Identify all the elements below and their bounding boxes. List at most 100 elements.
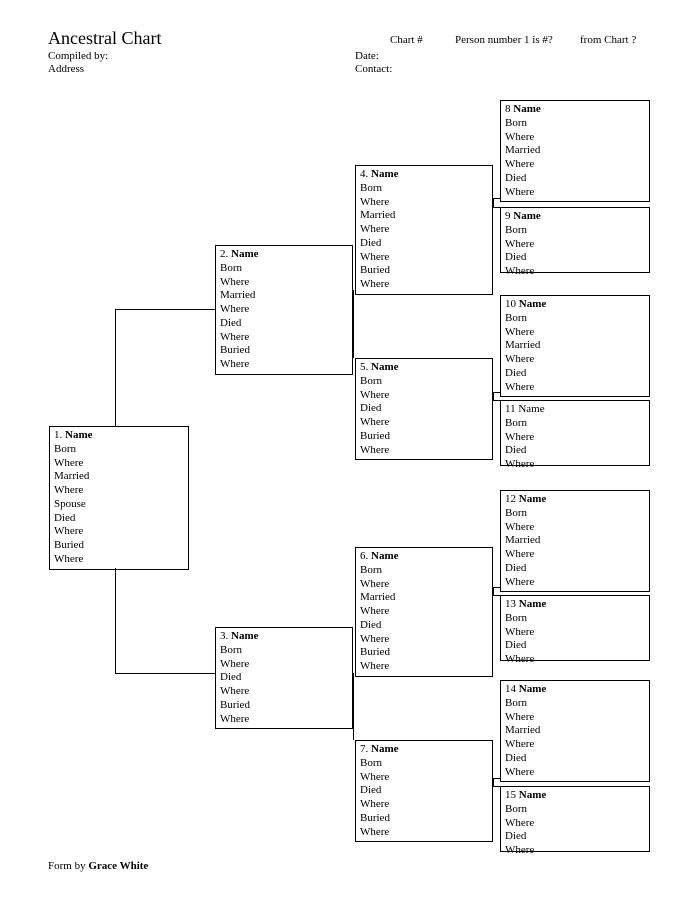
box-number: 7. [360, 743, 368, 755]
field: Where [54, 457, 83, 469]
from-chart-text: from Chart ? [580, 34, 636, 46]
field: Died [220, 317, 241, 329]
field: Where [54, 525, 83, 537]
field: Where [54, 553, 83, 565]
field: Married [220, 289, 255, 301]
field: Born [505, 507, 527, 519]
person-box-5: 5. Name Born Where Died Where Buried Whe… [355, 358, 493, 460]
field: Died [505, 444, 526, 456]
connector [493, 392, 494, 400]
field: Where [360, 798, 389, 810]
field: Where [360, 416, 389, 428]
box-name: Name [519, 683, 547, 695]
connector [493, 778, 500, 779]
box-number: 6. [360, 550, 368, 562]
field: Died [360, 784, 381, 796]
box-name: Name [513, 103, 541, 115]
field: Died [505, 172, 526, 184]
connector [493, 198, 494, 207]
field: Where [54, 484, 83, 496]
field: Where [505, 131, 534, 143]
field: Born [54, 443, 76, 455]
person-box-7: 7. Name Born Where Died Where Buried Whe… [355, 740, 493, 842]
chart-number-label: Chart # [390, 34, 423, 46]
field: Where [505, 738, 534, 750]
field: Buried [360, 264, 390, 276]
field: Where [220, 658, 249, 670]
field: Where [360, 251, 389, 263]
person-box-3: 3. Name Born Where Died Where Buried Whe… [215, 627, 353, 729]
field: Where [505, 186, 534, 198]
field: Where [505, 548, 534, 560]
field: Where [505, 576, 534, 588]
person-number-text: Person number 1 is #? [455, 34, 553, 46]
person-box-6: 6. Name Born Where Married Where Died Wh… [355, 547, 493, 677]
field: Married [505, 724, 540, 736]
field: Where [505, 844, 534, 856]
connector [353, 673, 354, 740]
connector [115, 309, 116, 426]
connector [493, 198, 500, 199]
field: Where [505, 158, 534, 170]
connector [115, 673, 215, 674]
field: Died [505, 830, 526, 842]
field: Born [505, 224, 527, 236]
field: Where [505, 711, 534, 723]
field: Died [505, 752, 526, 764]
field: Where [505, 817, 534, 829]
field: Where [220, 303, 249, 315]
connector [353, 290, 354, 358]
field: Where [220, 358, 249, 370]
connector [493, 595, 500, 596]
field: Where [505, 381, 534, 393]
field: Buried [220, 344, 250, 356]
field: Born [505, 312, 527, 324]
box-number: 15 [505, 789, 516, 801]
connector [493, 207, 500, 208]
field: Where [360, 389, 389, 401]
field: Died [220, 671, 241, 683]
field: Where [360, 578, 389, 590]
box-number: 12 [505, 493, 516, 505]
field: Where [220, 713, 249, 725]
field: Where [220, 685, 249, 697]
field: Buried [54, 539, 84, 551]
field: Where [505, 238, 534, 250]
field: Born [360, 757, 382, 769]
person-box-13: 13 Name Born Where Died Where [500, 595, 650, 661]
field: Born [505, 417, 527, 429]
field: Married [505, 339, 540, 351]
box-number: 14 [505, 683, 516, 695]
box-name: Name [371, 361, 399, 373]
field: Died [505, 367, 526, 379]
box-number: 8 [505, 103, 511, 115]
field: Born [220, 262, 242, 274]
box-number: 2. [220, 248, 228, 260]
page-title: Ancestral Chart [48, 28, 161, 49]
field: Born [505, 117, 527, 129]
box-name: Name [519, 493, 547, 505]
box-name: Name [519, 598, 547, 610]
connector [493, 587, 500, 588]
box-name: Name [231, 630, 259, 642]
field: Born [505, 697, 527, 709]
box-number: 1. [54, 429, 62, 441]
field: Where [505, 458, 534, 470]
form-by-label: Form by [48, 860, 88, 872]
box-number: 5. [360, 361, 368, 373]
person-box-10: 10 Name Born Where Married Where Died Wh… [500, 295, 650, 397]
field: Buried [360, 812, 390, 824]
box-number: 4. [360, 168, 368, 180]
field: Where [505, 353, 534, 365]
box-name: Name [519, 789, 547, 801]
field: Where [360, 771, 389, 783]
field: Where [505, 326, 534, 338]
field: Born [505, 803, 527, 815]
field: Married [54, 470, 89, 482]
field: Where [505, 653, 534, 665]
field: Buried [360, 646, 390, 658]
person-box-1: 1. Name Born Where Married Where Spouse … [49, 426, 189, 570]
person-box-14: 14 Name Born Where Married Where Died Wh… [500, 680, 650, 782]
field: Where [360, 444, 389, 456]
box-name: Name [231, 248, 259, 260]
